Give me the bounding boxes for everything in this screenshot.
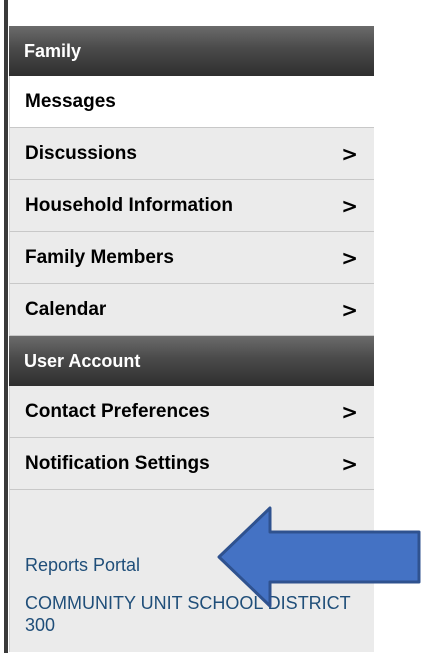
sidebar-item-discussions[interactable]: Discussions >	[9, 128, 374, 180]
chevron-right-icon: >	[341, 245, 358, 270]
section-header-family-label: Family	[24, 40, 82, 61]
sidebar-item-calendar[interactable]: Calendar >	[9, 284, 374, 336]
sidebar-item-household-information[interactable]: Household Information >	[9, 180, 374, 232]
left-border	[4, 0, 8, 653]
sidebar-item-label: Family Members	[25, 246, 174, 268]
section-header-family: Family	[9, 26, 374, 76]
sidebar-item-label: Household Information	[25, 194, 233, 216]
chevron-right-icon: >	[341, 451, 358, 476]
chevron-right-icon: >	[341, 399, 358, 424]
section-header-user-account: User Account	[9, 336, 374, 386]
sidebar-item-label: Messages	[25, 90, 116, 112]
left-arrow-annotation-icon	[217, 506, 421, 608]
sidebar-item-contact-preferences[interactable]: Contact Preferences >	[9, 386, 374, 438]
chevron-right-icon: >	[341, 193, 358, 218]
screen: Family Messages Discussions > Household …	[0, 0, 426, 653]
chevron-right-icon: >	[341, 141, 358, 166]
sidebar-item-family-members[interactable]: Family Members >	[9, 232, 374, 284]
sidebar-item-notification-settings[interactable]: Notification Settings >	[9, 438, 374, 490]
chevron-right-icon: >	[341, 297, 358, 322]
sidebar-item-label: Contact Preferences	[25, 400, 210, 422]
section-header-user-account-label: User Account	[24, 350, 141, 371]
sidebar-item-label: Discussions	[25, 142, 137, 164]
sidebar-item-label: Notification Settings	[25, 452, 210, 474]
sidebar-item-label: Calendar	[25, 298, 107, 320]
arrow-shape	[217, 506, 421, 608]
sidebar-item-messages[interactable]: Messages	[9, 76, 374, 128]
